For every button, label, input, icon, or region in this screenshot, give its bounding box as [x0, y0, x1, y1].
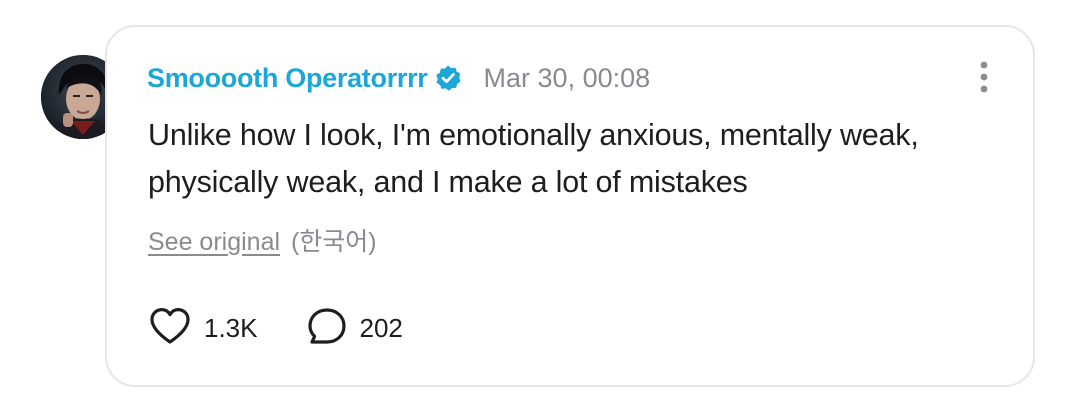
heart-icon	[148, 306, 192, 351]
comment-button[interactable]: 202	[306, 306, 403, 351]
translation-row: See original (한국어)	[148, 222, 377, 258]
speech-bubble-icon	[306, 306, 348, 351]
original-language-label: (한국어)	[290, 228, 377, 256]
post-timestamp: Mar 30, 00:08	[483, 62, 651, 93]
post-header: Smooooth Operatorrrr Mar 30, 00:08	[147, 58, 650, 98]
more-vertical-icon[interactable]	[976, 60, 992, 94]
author-name[interactable]: Smooooth Operatorrrr	[147, 63, 428, 94]
see-original-link[interactable]: See original	[148, 228, 280, 256]
comment-count: 202	[359, 312, 403, 343]
like-count: 1.3K	[204, 312, 258, 343]
verified-badge-icon	[434, 64, 462, 92]
like-button[interactable]: 1.3K	[148, 306, 258, 351]
post-actions: 1.3K 202	[148, 306, 403, 350]
post-body-text: Unlike how I look, I'm emotionally anxio…	[148, 118, 919, 199]
